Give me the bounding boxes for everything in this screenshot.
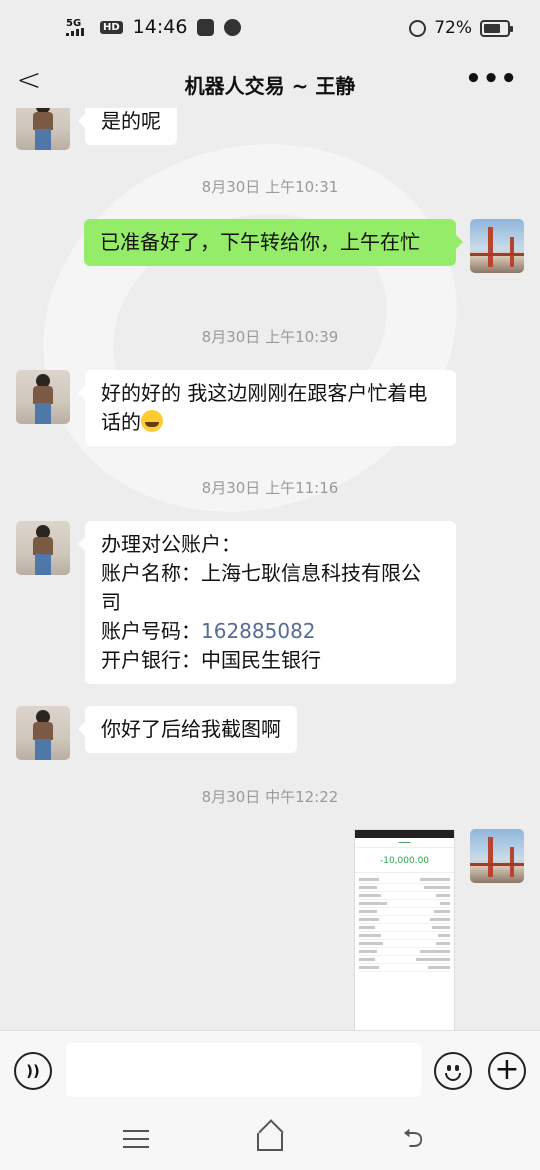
return-icon[interactable]: ⮌ (398, 1124, 428, 1154)
emoji-icon[interactable] (434, 1052, 472, 1090)
signal-icon: 5G (66, 17, 94, 36)
status-bar: 5G HD 14:46 72% (0, 0, 540, 58)
message-line: 账户名称：上海七耿信息科技有限公司 (101, 561, 421, 614)
voice-icon[interactable]: )) (14, 1052, 52, 1090)
battery-icon (480, 19, 513, 37)
home-icon[interactable] (253, 1124, 287, 1154)
message-line: 开户银行：中国民生银行 (101, 648, 321, 672)
battery-percent: 72% (434, 18, 472, 38)
menu-icon[interactable] (121, 1124, 151, 1154)
avatar[interactable] (16, 521, 70, 575)
message-line: 账户号码： (101, 619, 201, 643)
timestamp: 8月30日 上午11:16 (201, 479, 339, 497)
message-bubble[interactable]: 你好了后给我截图啊 (78, 706, 297, 753)
network-type: 5G (66, 17, 82, 29)
timestamp: 8月30日 上午10:31 (201, 178, 339, 196)
message-list[interactable]: 是的呢 8月30日 上午10:31 已准备好了，下午转给你，上午在忙 8月30日… (0, 108, 540, 1030)
message-bubble[interactable]: 是的呢 (78, 108, 177, 145)
alarm-icon (409, 19, 427, 37)
location-icon (224, 18, 242, 36)
avatar[interactable] (16, 108, 70, 150)
notification-icon (197, 18, 215, 36)
timestamp: 8月30日 中午12:22 (201, 788, 339, 806)
avatar[interactable] (470, 219, 524, 273)
image-message[interactable]: ━━━━ -10,000.00 (354, 829, 455, 1030)
laughing-emoji-icon (141, 410, 163, 432)
hd-icon: HD (100, 20, 123, 34)
message-text: 是的呢 (101, 109, 161, 133)
plus-icon[interactable]: + (488, 1052, 526, 1090)
chat-title: 机器人交易 ~ 王静 (184, 74, 356, 98)
avatar[interactable] (470, 829, 524, 883)
message-line: 办理对公账户： (101, 532, 241, 556)
transfer-amount: -10,000.00 (355, 848, 454, 873)
chat-header: < 机器人交易 ~ 王静 ••• (0, 58, 540, 108)
timestamp: 8月30日 上午10:39 (201, 328, 339, 346)
system-navigation-bar: ⮌ (0, 1110, 540, 1170)
avatar[interactable] (16, 706, 70, 760)
more-icon[interactable]: ••• (465, 64, 518, 94)
message-text: 你好了后给我截图啊 (101, 717, 281, 741)
message-input[interactable] (66, 1043, 421, 1097)
clock: 14:46 (132, 16, 188, 38)
message-bubble[interactable]: 好的好的 我这边刚刚在跟客户忙着电话的 (78, 370, 456, 446)
message-bubble[interactable]: 已准备好了，下午转给你，上午在忙 (84, 219, 463, 266)
account-number-link[interactable]: 162885082 (201, 619, 316, 643)
avatar[interactable] (16, 370, 70, 424)
input-bar: )) + (0, 1030, 540, 1110)
message-text: 已准备好了，下午转给你，上午在忙 (100, 230, 420, 254)
message-bubble[interactable]: 办理对公账户： 账户名称：上海七耿信息科技有限公司 账户号码：162885082… (78, 521, 456, 684)
